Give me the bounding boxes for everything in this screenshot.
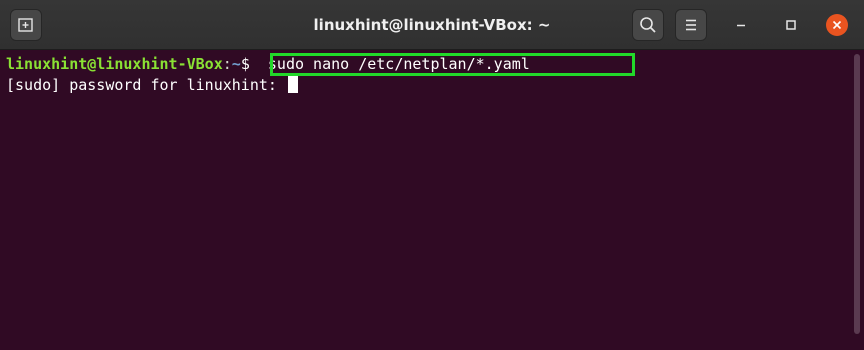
search-button[interactable] xyxy=(632,9,664,41)
hamburger-menu-icon xyxy=(686,19,696,31)
title-bar[interactable]: linuxhint@linuxhint-VBox: ~ xyxy=(0,0,864,50)
minimize-button[interactable] xyxy=(727,11,755,39)
scrollbar[interactable] xyxy=(854,54,860,334)
text-cursor xyxy=(287,76,298,93)
minimize-icon xyxy=(737,24,745,27)
menu-button[interactable] xyxy=(675,9,707,41)
command-highlight-box xyxy=(270,53,635,76)
close-button[interactable] xyxy=(823,11,851,39)
prompt-user-host: linuxhint@linuxhint-VBox xyxy=(6,55,223,73)
terminal-output[interactable]: linuxhint@linuxhint-VBox:~$ sudo nano /e… xyxy=(0,50,864,350)
close-icon xyxy=(826,14,848,36)
prompt-separator: : xyxy=(222,55,232,73)
password-line: [sudo] password for linuxhint: xyxy=(6,74,298,96)
terminal-window: linuxhint@linuxhint-VBox: ~ linuxhint@li… xyxy=(0,0,864,350)
maximize-icon xyxy=(786,20,796,30)
prompt-symbol: $ xyxy=(240,55,250,73)
maximize-button[interactable] xyxy=(777,11,805,39)
search-icon xyxy=(640,17,656,33)
password-prompt: [sudo] password for linuxhint: xyxy=(6,76,286,94)
prompt-path: ~ xyxy=(231,55,241,73)
